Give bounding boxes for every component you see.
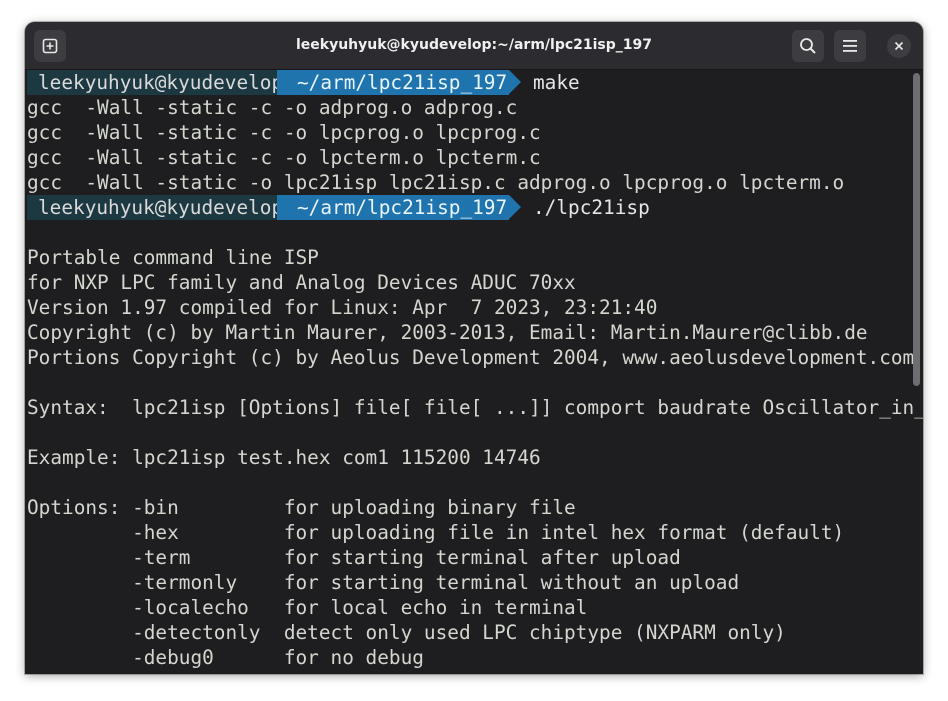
hamburger-menu-icon	[843, 40, 857, 52]
program-output-line: Syntax: lpc21isp [Options] file[ file[ .…	[27, 396, 923, 419]
search-icon	[800, 38, 816, 54]
program-output-line: -localecho for local echo in terminal	[27, 596, 588, 619]
build-output-line: gcc -Wall -static -c -o lpcterm.o lpcter…	[27, 146, 541, 169]
program-output-line: for NXP LPC family and Analog Devices AD…	[27, 271, 576, 294]
program-output-line: Portions Copyright (c) by Aeolus Develop…	[27, 346, 915, 369]
program-output-line: Copyright (c) by Martin Maurer, 2003-201…	[27, 321, 868, 344]
program-output-line: Portable command line ISP	[27, 246, 319, 269]
prompt-end-arrow	[509, 195, 521, 219]
prompt-command: make	[533, 71, 580, 94]
terminal-window: leekyuhyuk@kyudevelop:~/arm/lpc21isp_197…	[25, 22, 923, 674]
title-bar: leekyuhyuk@kyudevelop:~/arm/lpc21isp_197	[25, 22, 923, 70]
close-icon	[894, 41, 904, 51]
window-title: leekyuhyuk@kyudevelop:~/arm/lpc21isp_197	[295, 37, 652, 53]
prompt-end-arrow	[509, 70, 521, 94]
program-output-line: -term for starting terminal after upload	[27, 546, 681, 569]
program-output-line: Example: lpc21isp test.hex com1 115200 1…	[27, 446, 541, 469]
program-output-line: -debug0 for no debug	[27, 646, 424, 669]
program-output-line: -hex for uploading file in intel hex for…	[27, 521, 845, 544]
terminal-view[interactable]: leekyuhyuk@kyudevelop ~/arm/lpc21isp_197…	[25, 70, 923, 674]
program-output-line: -detectonly detect only used LPC chiptyp…	[27, 621, 786, 644]
program-output-line: Options: -bin for uploading binary file	[27, 496, 576, 519]
vertical-scrollbar[interactable]	[913, 73, 920, 386]
program-output-line: Version 1.97 compiled for Linux: Apr 7 2…	[27, 296, 658, 319]
close-button[interactable]	[887, 34, 911, 58]
search-button[interactable]	[792, 30, 824, 62]
program-output-line: -termonly for starting terminal without …	[27, 571, 740, 594]
build-output-line: gcc -Wall -static -c -o adprog.o adprog.…	[27, 96, 518, 119]
build-output-line: gcc -Wall -static -o lpc21isp lpc21isp.c…	[27, 171, 845, 194]
prompt-command: ./lpc21isp	[533, 196, 650, 219]
prompt-user-host: leekyuhyuk@kyudevelop	[27, 195, 283, 220]
build-output-line: gcc -Wall -static -c -o lpcprog.o lpcpro…	[27, 121, 541, 144]
prompt-directory: ~/arm/lpc21isp_197	[277, 70, 509, 95]
menu-button[interactable]	[834, 30, 866, 62]
prompt-user-host: leekyuhyuk@kyudevelop	[27, 70, 283, 95]
prompt-directory: ~/arm/lpc21isp_197	[277, 195, 509, 220]
